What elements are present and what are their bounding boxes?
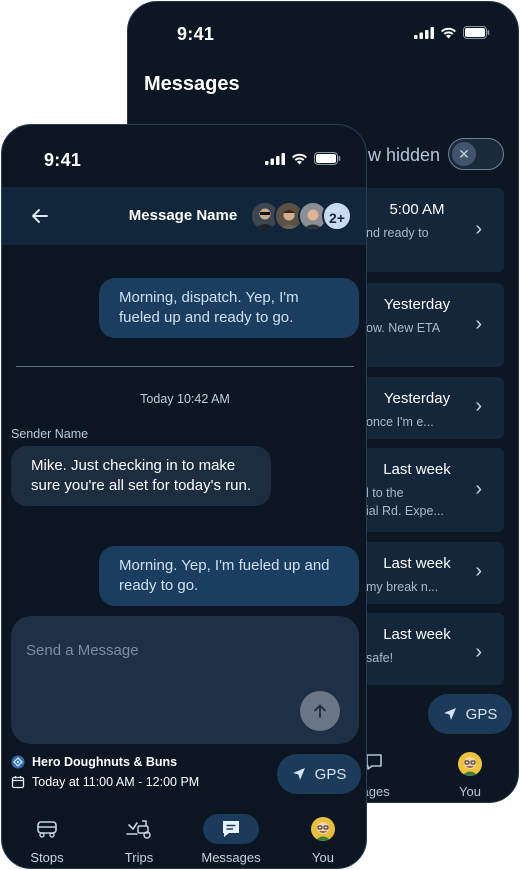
wifi-icon	[292, 153, 307, 164]
nav-messages-label: Messages	[201, 850, 261, 865]
conversation-preview: once I'm e...	[366, 415, 434, 429]
list-item[interactable]: Last week my break n... ›	[358, 542, 504, 604]
status-time: 9:41	[177, 24, 215, 44]
battery-icon	[463, 26, 490, 39]
list-item[interactable]: Last week l to the ial Rd. Expe... ›	[358, 448, 504, 532]
divider	[16, 366, 354, 367]
list-item[interactable]: Last week safe! ›	[358, 613, 504, 685]
chevron-right-icon: ›	[475, 313, 482, 335]
chevron-right-icon: ›	[475, 395, 482, 417]
chat-icon	[223, 821, 239, 837]
nav-trips[interactable]: Trips	[94, 805, 184, 868]
stop-info: Hero Doughnuts & Buns	[11, 755, 177, 769]
outgoing-message: Morning. Yep, I'm fueled up and ready to…	[99, 546, 359, 606]
message-input[interactable]	[26, 642, 296, 659]
avatar	[311, 817, 335, 841]
navigation-arrow-icon	[443, 708, 456, 720]
nav-stops-label: Stops	[30, 850, 64, 865]
conversation-time: Last week	[383, 626, 451, 643]
conversation-preview: safe!	[366, 651, 394, 665]
gps-button[interactable]: GPS	[277, 754, 361, 794]
list-item[interactable]: 5:00 AM nd ready to ›	[358, 188, 504, 272]
page-title: Messages	[144, 73, 240, 95]
list-item[interactable]: Yesterday ow. New ETA ›	[358, 283, 504, 367]
conversation-preview: nd ready to	[366, 226, 429, 240]
wifi-icon	[441, 27, 456, 38]
conversation-time: Last week	[383, 555, 451, 572]
truck-icon	[37, 821, 57, 838]
trips-icon	[126, 820, 151, 839]
signal-icon	[414, 26, 434, 39]
chevron-right-icon: ›	[475, 478, 482, 500]
nav-active-indicator	[203, 814, 259, 844]
conversation-time: Last week	[383, 461, 451, 478]
status-bar: 9:41	[128, 2, 518, 44]
conversation-preview: my break n...	[366, 580, 439, 594]
arrow-up-icon	[314, 704, 326, 718]
nav-messages[interactable]: Messages	[186, 805, 276, 868]
nav-trips-label: Trips	[124, 850, 154, 865]
conversation-time: 5:00 AM	[389, 201, 445, 218]
more-participants-badge: 2+	[322, 201, 352, 231]
stop-name: Hero Doughnuts & Buns	[32, 755, 178, 769]
conversation-time: Yesterday	[383, 296, 451, 313]
avatar[interactable]	[458, 752, 482, 776]
incoming-message: Mike. Just checking in to make sure you'…	[11, 446, 271, 506]
conversation-screen: 9:41 Message Name 2+ Morning, dispatch. …	[1, 124, 367, 869]
gps-button[interactable]: GPS	[428, 694, 512, 734]
bottom-navigation: Stops Trips Messages You	[2, 805, 366, 868]
battery-icon	[314, 152, 341, 165]
stop-window: Today at 11:00 AM - 12:00 PM	[11, 775, 199, 789]
nav-you-label: You	[312, 850, 334, 865]
back-arrow-icon[interactable]	[30, 206, 50, 226]
chevron-right-icon: ›	[475, 560, 482, 582]
list-item[interactable]: Yesterday once I'm e... ›	[358, 377, 504, 439]
location-pin-icon	[11, 755, 25, 769]
gps-label: GPS	[465, 705, 498, 723]
navigation-arrow-icon	[292, 768, 305, 780]
signal-icon	[265, 152, 285, 165]
send-button[interactable]	[300, 691, 340, 731]
nav-you[interactable]: You	[278, 805, 366, 868]
show-hidden-toggle[interactable]: ✕	[448, 138, 504, 170]
message-composer	[11, 616, 359, 744]
calendar-icon	[11, 776, 25, 789]
status-icons	[414, 26, 490, 39]
chevron-right-icon: ›	[475, 641, 482, 663]
conversation-title: Message Name	[128, 207, 238, 224]
stop-time-window: Today at 11:00 AM - 12:00 PM	[32, 775, 200, 789]
participant-avatars[interactable]: 2+	[250, 201, 352, 231]
chat-icon	[366, 754, 382, 770]
conversation-preview: l to the ial Rd. Expe...	[366, 486, 444, 518]
conversation-time: Yesterday	[383, 390, 451, 407]
sender-name: Sender Name	[11, 427, 89, 441]
gps-label: GPS	[314, 765, 347, 783]
conversation-header: Message Name 2+	[2, 187, 366, 245]
chevron-right-icon: ›	[475, 218, 482, 240]
status-bar: 9:41	[2, 125, 366, 170]
conversation-preview: ow. New ETA	[366, 321, 441, 335]
nav-stops[interactable]: Stops	[2, 805, 92, 868]
status-icons	[265, 152, 341, 165]
outgoing-message: Morning, dispatch. Yep, I'm fueled up an…	[99, 278, 359, 338]
nav-you-label[interactable]: You	[459, 784, 481, 799]
timestamp-separator: Today 10:42 AM	[140, 392, 230, 406]
status-time: 9:41	[44, 150, 82, 170]
close-icon: ✕	[452, 142, 476, 166]
